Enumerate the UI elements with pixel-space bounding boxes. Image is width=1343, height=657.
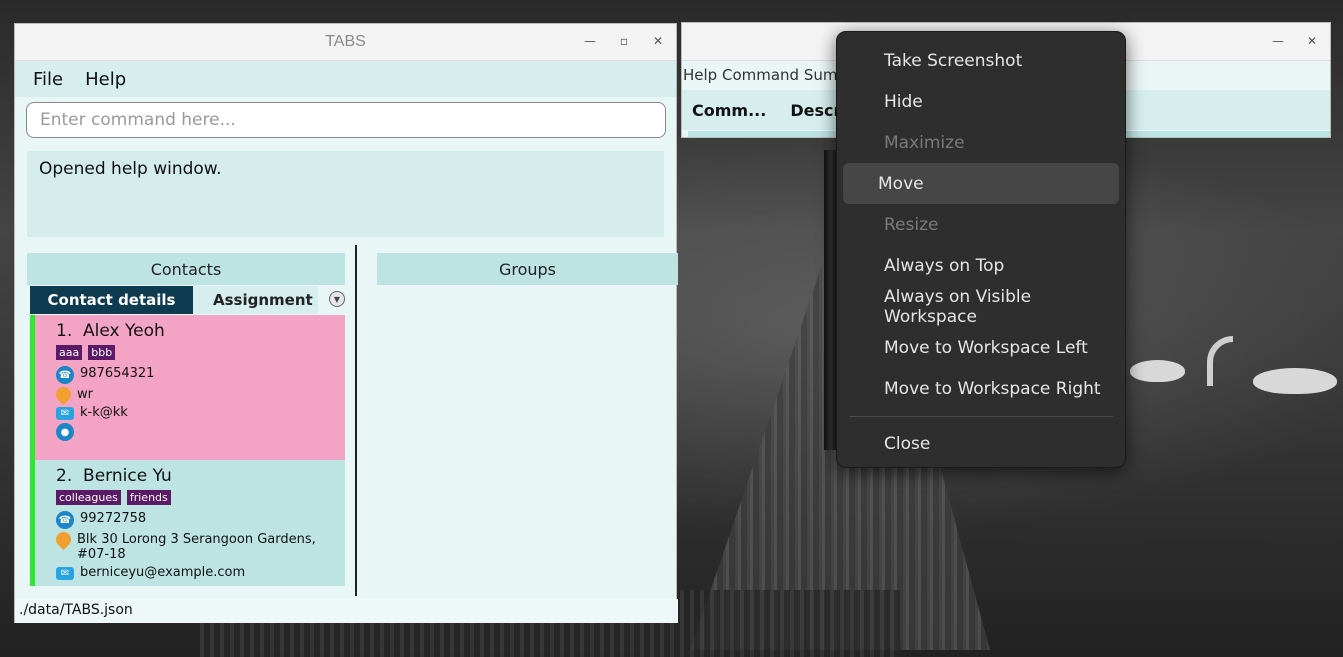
menu-item-always-on-top[interactable]: Always on Top [843,245,1119,286]
menu-file[interactable]: File [33,69,63,90]
tag: friends [126,490,171,505]
tag: colleagues [56,490,121,505]
email-row: ✉ k-k@kk [56,405,345,420]
maximize-icon[interactable]: ▫ [616,33,632,49]
menu-item-close[interactable]: Close [843,423,1119,464]
menu-item-take-screenshot[interactable]: Take Screenshot [843,40,1119,81]
tag-list: colleagues friends [56,490,345,505]
contact-name-text: Alex Yeoh [83,321,165,341]
menu-bar: File Help [15,61,676,97]
menu-item-resize: Resize [884,214,939,235]
address-row: Blk 30 Lorong 3 Serangoon Gardens, #07-1… [52,528,345,562]
phone-text: 987654321 [80,366,155,381]
close-icon[interactable]: ✕ [650,33,666,49]
email-text: k-k@kk [80,405,128,420]
column-description[interactable]: Descr [790,101,841,120]
tag: bbb [88,345,116,360]
email-icon: ✉ [56,567,74,580]
column-command[interactable]: Comm... [692,101,766,120]
phone-row: ☎ 99272758 [56,511,345,529]
email-row: ✉ berniceyu@example.com [56,565,345,580]
title-bar[interactable]: TABS — ▫ ✕ [15,24,676,61]
menu-item-move-workspace-left[interactable]: Move to Workspace Left [843,327,1119,368]
menu-separator [849,416,1113,417]
contact-name: 1. Alex Yeoh [56,321,345,341]
address-text: Blk 30 Lorong 3 Serangoon Gardens, #07-1… [77,532,316,562]
tab-bar: Contact details Assignment ▼ [30,286,345,314]
contact-card[interactable]: 2. Bernice Yu colleagues friends ☎ 99272… [30,460,345,586]
group-row: ● [56,423,345,441]
menu-item-always-on-visible-workspace[interactable]: Always on Visible Workspace [843,286,1119,327]
command-placeholder: Enter command here... [40,110,236,130]
contact-index: 2. [56,466,73,486]
contacts-header: Contacts [27,253,345,285]
address-text: wr [77,387,93,402]
menu-item-move-workspace-right[interactable]: Move to Workspace Right [843,368,1119,409]
close-icon[interactable]: ✕ [1304,33,1320,49]
phone-icon: ☎ [56,511,74,529]
tag-list: aaa bbb [56,345,345,360]
swan-image [1125,335,1195,385]
window-context-menu: Take Screenshot Hide Maximize Move Resiz… [836,31,1126,468]
tag: aaa [56,345,83,360]
email-icon: ✉ [56,407,74,420]
result-text: Opened help window. [39,159,222,179]
swan-image [1205,332,1340,402]
menu-item-hide[interactable]: Hide [843,81,1119,122]
panel-divider[interactable] [355,245,357,596]
contact-card[interactable]: 1. Alex Yeoh aaa bbb ☎ 987654321 wr ✉ k-… [30,315,345,460]
contact-name: 2. Bernice Yu [56,466,345,486]
groups-header: Groups [377,253,678,285]
tab-assignment[interactable]: Assignment [193,286,318,314]
tabs-window: TABS — ▫ ✕ File Help Enter command here.… [14,23,678,623]
tab-dropdown-icon[interactable]: ▼ [329,291,345,307]
menu-item-maximize: Maximize [884,132,965,153]
tab-contact-details[interactable]: Contact details [30,286,193,314]
contact-name-text: Bernice Yu [83,466,172,486]
minimize-icon[interactable]: — [1270,33,1286,49]
phone-row: ☎ 987654321 [56,366,345,384]
result-display: Opened help window. [27,151,664,237]
contacts-panel: Contacts Contact details Assignment ▼ 1.… [27,253,345,595]
contact-index: 1. [56,321,73,341]
status-bar: ./data/TABS.json [15,599,678,623]
command-input[interactable]: Enter command here... [26,102,666,138]
phone-icon: ☎ [56,366,74,384]
address-row: wr [52,383,345,406]
window-title: TABS [325,33,366,50]
contact-list[interactable]: 1. Alex Yeoh aaa bbb ☎ 987654321 wr ✉ k-… [30,315,345,586]
minimize-icon[interactable]: — [582,33,598,49]
menu-help[interactable]: Help [85,69,126,90]
data-file-path: ./data/TABS.json [19,602,133,618]
menu-item-move[interactable]: Move [843,163,1119,204]
groups-panel: Groups [377,253,678,285]
group-icon: ● [56,423,74,441]
phone-text: 99272758 [80,511,147,526]
email-text: berniceyu@example.com [80,565,246,580]
location-pin-icon [52,528,75,551]
location-pin-icon [52,383,75,406]
